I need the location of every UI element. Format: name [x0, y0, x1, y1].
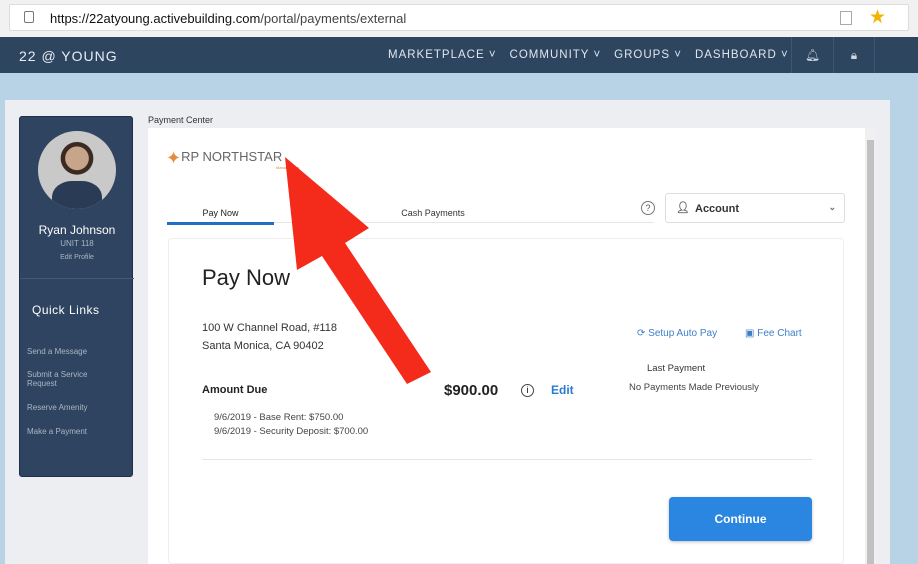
quick-links-title: Quick Links: [32, 303, 100, 317]
continue-button[interactable]: Continue: [669, 497, 812, 541]
star-logo-icon: ✦: [166, 148, 182, 168]
nav-community[interactable]: COMMUNITY ˅: [510, 49, 602, 61]
edit-amount-link[interactable]: Edit: [551, 383, 574, 397]
chart-icon: ▣: [745, 328, 758, 339]
help-icon[interactable]: ?: [641, 201, 655, 215]
star-icon[interactable]: ★: [869, 6, 886, 29]
bell-icon[interactable]: 🔔︎: [791, 37, 833, 73]
last-payment-label: Last Payment: [647, 363, 706, 374]
account-select[interactable]: 👤︎ Account ⌄: [665, 193, 845, 223]
amount-due-value: $900.00: [444, 382, 499, 399]
sidebar: Ryan Johnson UNIT 118 Edit Profile Quick…: [19, 116, 134, 477]
avatar: [38, 131, 116, 209]
browser-toolbar: https://22atyoung.activebuilding.com/por…: [0, 0, 918, 37]
scrollbar-thumb[interactable]: [867, 140, 874, 564]
brand[interactable]: 22 @ YOUNG: [19, 48, 118, 64]
address: 100 W Channel Road, #118 Santa Monica, CA…: [202, 322, 337, 352]
url-domain: https://22atyoung.activebuilding.com: [50, 11, 261, 26]
info-icon[interactable]: i: [521, 384, 534, 397]
payment-card: ✦RP NORTHSTAR Management Pay Now Cash Pay…: [148, 128, 865, 564]
tab-divider: [274, 222, 654, 223]
line-items: 9/6/2019 - Base Rent: $750.00 9/6/2019 - …: [214, 411, 368, 439]
nav-dashboard[interactable]: DASHBOARD ˅: [695, 49, 789, 61]
pay-now-panel: Pay Now 100 W Channel Road, #118 Santa Mo…: [168, 238, 844, 564]
tab-cash-payments[interactable]: Cash Payments: [378, 208, 488, 218]
setup-auto-pay-link[interactable]: ⟳ Setup Auto Pay: [637, 328, 717, 339]
link-send-message[interactable]: Send a Message: [27, 347, 117, 356]
tab-pay-now[interactable]: Pay Now: [167, 208, 274, 225]
refresh-icon: ⟳: [637, 328, 649, 339]
link-make-payment[interactable]: Make a Payment: [27, 427, 117, 436]
link-reserve-amenity[interactable]: Reserve Amenity: [27, 403, 117, 412]
amount-due-label: Amount Due: [202, 384, 268, 396]
account-label: Account: [695, 203, 739, 215]
nav-marketplace[interactable]: MARKETPLACE ˅: [388, 49, 497, 61]
nav-groups[interactable]: GROUPS ˅: [614, 49, 682, 61]
link-service-request[interactable]: Submit a Service Request: [27, 370, 117, 388]
scrollbar[interactable]: [865, 128, 876, 564]
lock-icon[interactable]: 🔒︎: [833, 37, 875, 73]
lock-icon: [24, 11, 34, 23]
address-bar[interactable]: https://22atyoung.activebuilding.com/por…: [9, 4, 909, 31]
edit-profile-link[interactable]: Edit Profile: [20, 254, 134, 261]
reader-icon[interactable]: [840, 11, 852, 25]
user-icon: 👤︎: [676, 202, 690, 214]
line-item: 9/6/2019 - Security Deposit: $700.00: [214, 426, 369, 437]
url-path: /portal/payments/external: [260, 11, 407, 26]
divider: [20, 278, 134, 279]
fee-chart-link[interactable]: ▣ Fee Chart: [745, 328, 802, 339]
url-text[interactable]: https://22atyoung.activebuilding.com/por…: [50, 11, 406, 26]
section-title: Payment Center: [148, 115, 214, 125]
page-title: Pay Now: [202, 265, 291, 290]
company-logo: ✦RP NORTHSTAR Management: [166, 148, 300, 170]
divider: [202, 459, 812, 460]
user-name: Ryan Johnson: [38, 223, 116, 237]
user-unit: UNIT 118: [60, 239, 94, 248]
last-payment-value: No Payments Made Previously: [629, 382, 759, 393]
chevron-down-icon: ⌄: [828, 202, 836, 212]
line-item: 9/6/2019 - Base Rent: $750.00: [214, 412, 344, 423]
top-nav: 22 @ YOUNG MARKETPLACE ˅ COMMUNITY ˅ GRO…: [0, 37, 918, 73]
